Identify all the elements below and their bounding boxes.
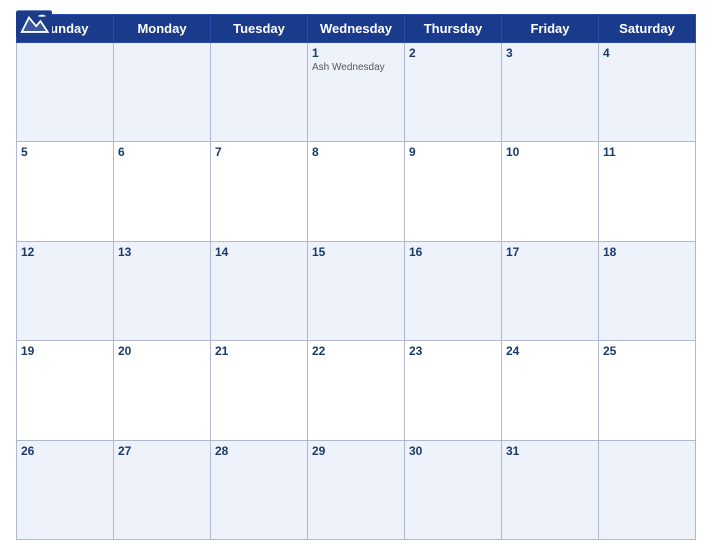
day-number: 29 bbox=[312, 444, 400, 458]
calendar-week-row: 1 Ash Wednesday 234 bbox=[17, 43, 696, 142]
calendar-day-cell: 23 bbox=[405, 341, 502, 440]
day-number: 18 bbox=[603, 245, 691, 259]
calendar-day-cell: 15 bbox=[308, 241, 405, 340]
calendar-day-cell: 12 bbox=[17, 241, 114, 340]
header-friday: Friday bbox=[502, 15, 599, 43]
calendar-week-row: 26 27 28 29 30 31 bbox=[17, 440, 696, 539]
calendar-day-cell: 26 bbox=[17, 440, 114, 539]
calendar-day-cell: 7 bbox=[211, 142, 308, 241]
day-number: 7 bbox=[215, 145, 303, 159]
day-number: 19 bbox=[21, 344, 109, 358]
day-number: 31 bbox=[506, 444, 594, 458]
header-monday: Monday bbox=[114, 15, 211, 43]
calendar-day-cell: 9 bbox=[405, 142, 502, 241]
day-number: 11 bbox=[603, 145, 691, 159]
day-number: 27 bbox=[118, 444, 206, 458]
calendar-day-cell: 18 bbox=[599, 241, 696, 340]
day-number: 12 bbox=[21, 245, 109, 259]
calendar-day-cell: 21 bbox=[211, 341, 308, 440]
calendar-day-cell: 2 bbox=[405, 43, 502, 142]
calendar-table: Sunday Monday Tuesday Wednesday Thursday… bbox=[16, 14, 696, 540]
calendar-day-cell: 20 bbox=[114, 341, 211, 440]
day-number: 8 bbox=[312, 145, 400, 159]
calendar-week-row: 12 13 14 15 16 17 18 bbox=[17, 241, 696, 340]
day-number: 2 bbox=[409, 46, 497, 60]
calendar-day-cell: 29 bbox=[308, 440, 405, 539]
calendar-day-cell: 16 bbox=[405, 241, 502, 340]
day-number: 15 bbox=[312, 245, 400, 259]
calendar-day-cell: 30 bbox=[405, 440, 502, 539]
calendar-day-cell: 13 bbox=[114, 241, 211, 340]
calendar-day-cell: 4 bbox=[599, 43, 696, 142]
day-number: 3 bbox=[506, 46, 594, 60]
calendar-day-cell bbox=[599, 440, 696, 539]
day-number: 10 bbox=[506, 145, 594, 159]
header-thursday: Thursday bbox=[405, 15, 502, 43]
calendar-day-cell: 27 bbox=[114, 440, 211, 539]
calendar-day-cell bbox=[211, 43, 308, 142]
day-number: 5 bbox=[21, 145, 109, 159]
logo bbox=[16, 10, 52, 57]
calendar-day-cell: 22 bbox=[308, 341, 405, 440]
header-tuesday: Tuesday bbox=[211, 15, 308, 43]
day-number: 4 bbox=[603, 46, 691, 60]
day-number: 23 bbox=[409, 344, 497, 358]
calendar-day-cell: 5 bbox=[17, 142, 114, 241]
calendar-day-cell: 8 bbox=[308, 142, 405, 241]
calendar-day-cell: 3 bbox=[502, 43, 599, 142]
calendar-day-cell: 28 bbox=[211, 440, 308, 539]
calendar-day-cell bbox=[17, 43, 114, 142]
calendar-day-cell: 17 bbox=[502, 241, 599, 340]
day-number: 9 bbox=[409, 145, 497, 159]
calendar-day-cell: 14 bbox=[211, 241, 308, 340]
calendar-day-cell: 1 Ash Wednesday bbox=[308, 43, 405, 142]
calendar-day-cell bbox=[114, 43, 211, 142]
day-number: 20 bbox=[118, 344, 206, 358]
day-number: 28 bbox=[215, 444, 303, 458]
day-number: 13 bbox=[118, 245, 206, 259]
calendar-day-cell: 6 bbox=[114, 142, 211, 241]
holiday-label: Ash Wednesday bbox=[312, 62, 400, 74]
logo-icon bbox=[16, 10, 52, 38]
day-number: 6 bbox=[118, 145, 206, 159]
day-number: 1 bbox=[312, 46, 400, 60]
calendar-day-cell: 25 bbox=[599, 341, 696, 440]
header-wednesday: Wednesday bbox=[308, 15, 405, 43]
day-number: 14 bbox=[215, 245, 303, 259]
day-number: 17 bbox=[506, 245, 594, 259]
calendar-day-cell: 19 bbox=[17, 341, 114, 440]
calendar-day-cell: 11 bbox=[599, 142, 696, 241]
calendar-week-row: 19 20 21 22 23 24 25 bbox=[17, 341, 696, 440]
day-number: 24 bbox=[506, 344, 594, 358]
day-number: 25 bbox=[603, 344, 691, 358]
day-number: 30 bbox=[409, 444, 497, 458]
calendar-day-cell: 24 bbox=[502, 341, 599, 440]
calendar-day-cell: 10 bbox=[502, 142, 599, 241]
day-number: 22 bbox=[312, 344, 400, 358]
header-saturday: Saturday bbox=[599, 15, 696, 43]
day-number: 21 bbox=[215, 344, 303, 358]
weekday-header-row: Sunday Monday Tuesday Wednesday Thursday… bbox=[17, 15, 696, 43]
day-number: 26 bbox=[21, 444, 109, 458]
day-number: 16 bbox=[409, 245, 497, 259]
calendar-week-row: 56789 10 11 bbox=[17, 142, 696, 241]
calendar-day-cell: 31 bbox=[502, 440, 599, 539]
